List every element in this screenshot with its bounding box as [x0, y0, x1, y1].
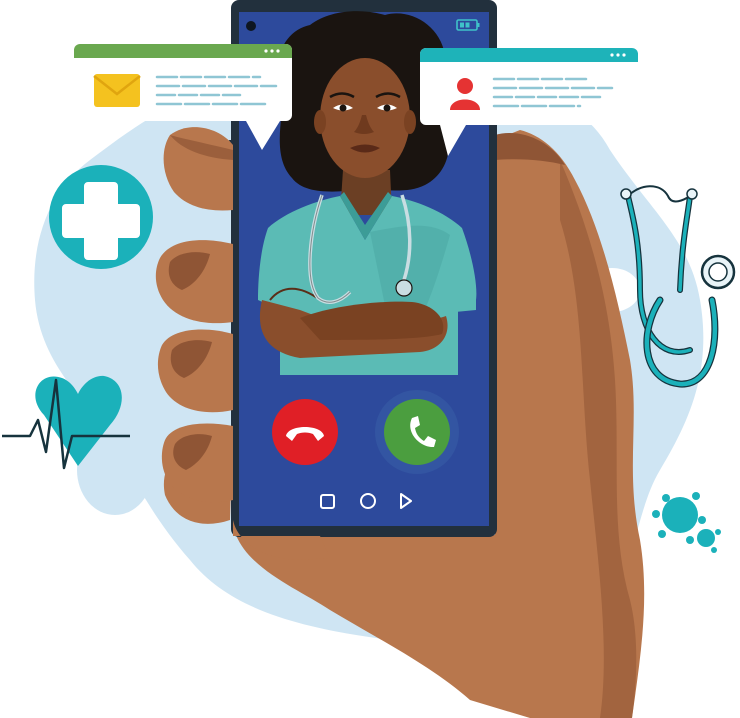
accept-call-button[interactable]: [375, 390, 459, 474]
virus-icon: [652, 492, 721, 553]
front-camera-icon: [246, 21, 256, 31]
telemedicine-illustration: [0, 0, 740, 718]
envelope-icon: [93, 74, 141, 107]
decline-call-button[interactable]: [272, 399, 338, 465]
medical-cross-icon: [49, 165, 153, 269]
